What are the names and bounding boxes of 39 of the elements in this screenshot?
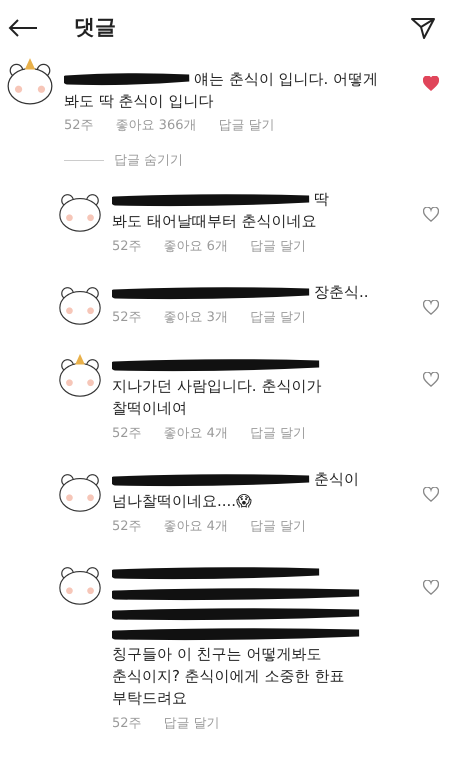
comment-time: 52주 bbox=[112, 308, 142, 326]
heart-icon[interactable] bbox=[423, 486, 439, 502]
comment-time: 52주 bbox=[112, 238, 142, 256]
hide-replies-link[interactable]: 답글 숨기기 bbox=[114, 151, 184, 170]
reply-link[interactable]: 답글 달기 bbox=[218, 117, 275, 135]
like-count[interactable]: 좋아요 3개 bbox=[164, 308, 228, 326]
back-arrow-icon[interactable] bbox=[8, 18, 38, 38]
like-count[interactable]: 좋아요 6개 bbox=[164, 238, 228, 256]
comment-text: 칭구들아 이 친구는 어떻게봐도 bbox=[112, 644, 322, 666]
comment-text: 장춘식.. bbox=[314, 282, 369, 304]
comment-text: 춘식이지? 춘식이에게 소중한 한표 bbox=[112, 666, 344, 688]
comment-text: 넘나찰떡이네요....😱 bbox=[112, 491, 252, 512]
comment-text: 봐도 딱 춘식이 입니다 bbox=[64, 90, 214, 112]
comment-text: 부탁드려요 bbox=[112, 688, 187, 710]
heart-icon[interactable] bbox=[423, 580, 439, 594]
heart-icon[interactable] bbox=[423, 372, 439, 386]
comment-text: 지나가던 사람입니다. 춘식이가 bbox=[112, 376, 322, 398]
comment-text: 봐도 태어날때부터 춘식이네요 bbox=[112, 211, 317, 232]
comment-text: 딱 bbox=[314, 189, 329, 210]
heart-icon[interactable] bbox=[423, 76, 439, 91]
comment-time: 52주 bbox=[112, 424, 142, 442]
like-count[interactable]: 좋아요 4개 bbox=[164, 518, 228, 536]
comment-text: 얘는 춘식이 입니다. 어떻게 bbox=[194, 68, 378, 90]
reply-link[interactable]: 답글 달기 bbox=[250, 518, 306, 536]
reply-link[interactable]: 답글 달기 bbox=[250, 308, 306, 326]
comment-text: 찰떡이네여 bbox=[112, 398, 187, 420]
reply-link[interactable]: 답글 달기 bbox=[250, 424, 306, 442]
comment-time: 52주 bbox=[112, 714, 142, 732]
comment-time: 52주 bbox=[112, 518, 142, 536]
reply-link[interactable]: 답글 달기 bbox=[250, 238, 306, 256]
like-count[interactable]: 좋아요 4개 bbox=[164, 424, 228, 442]
reply-link[interactable]: 답글 달기 bbox=[164, 714, 220, 732]
send-icon[interactable] bbox=[411, 17, 435, 39]
page-title: 댓글 bbox=[74, 14, 116, 42]
heart-icon[interactable] bbox=[423, 300, 439, 314]
comment-time: 52주 bbox=[64, 117, 94, 135]
like-count[interactable]: 좋아요 366개 bbox=[116, 117, 196, 135]
heart-icon[interactable] bbox=[423, 206, 439, 222]
comment-text: 춘식이 bbox=[314, 469, 359, 490]
